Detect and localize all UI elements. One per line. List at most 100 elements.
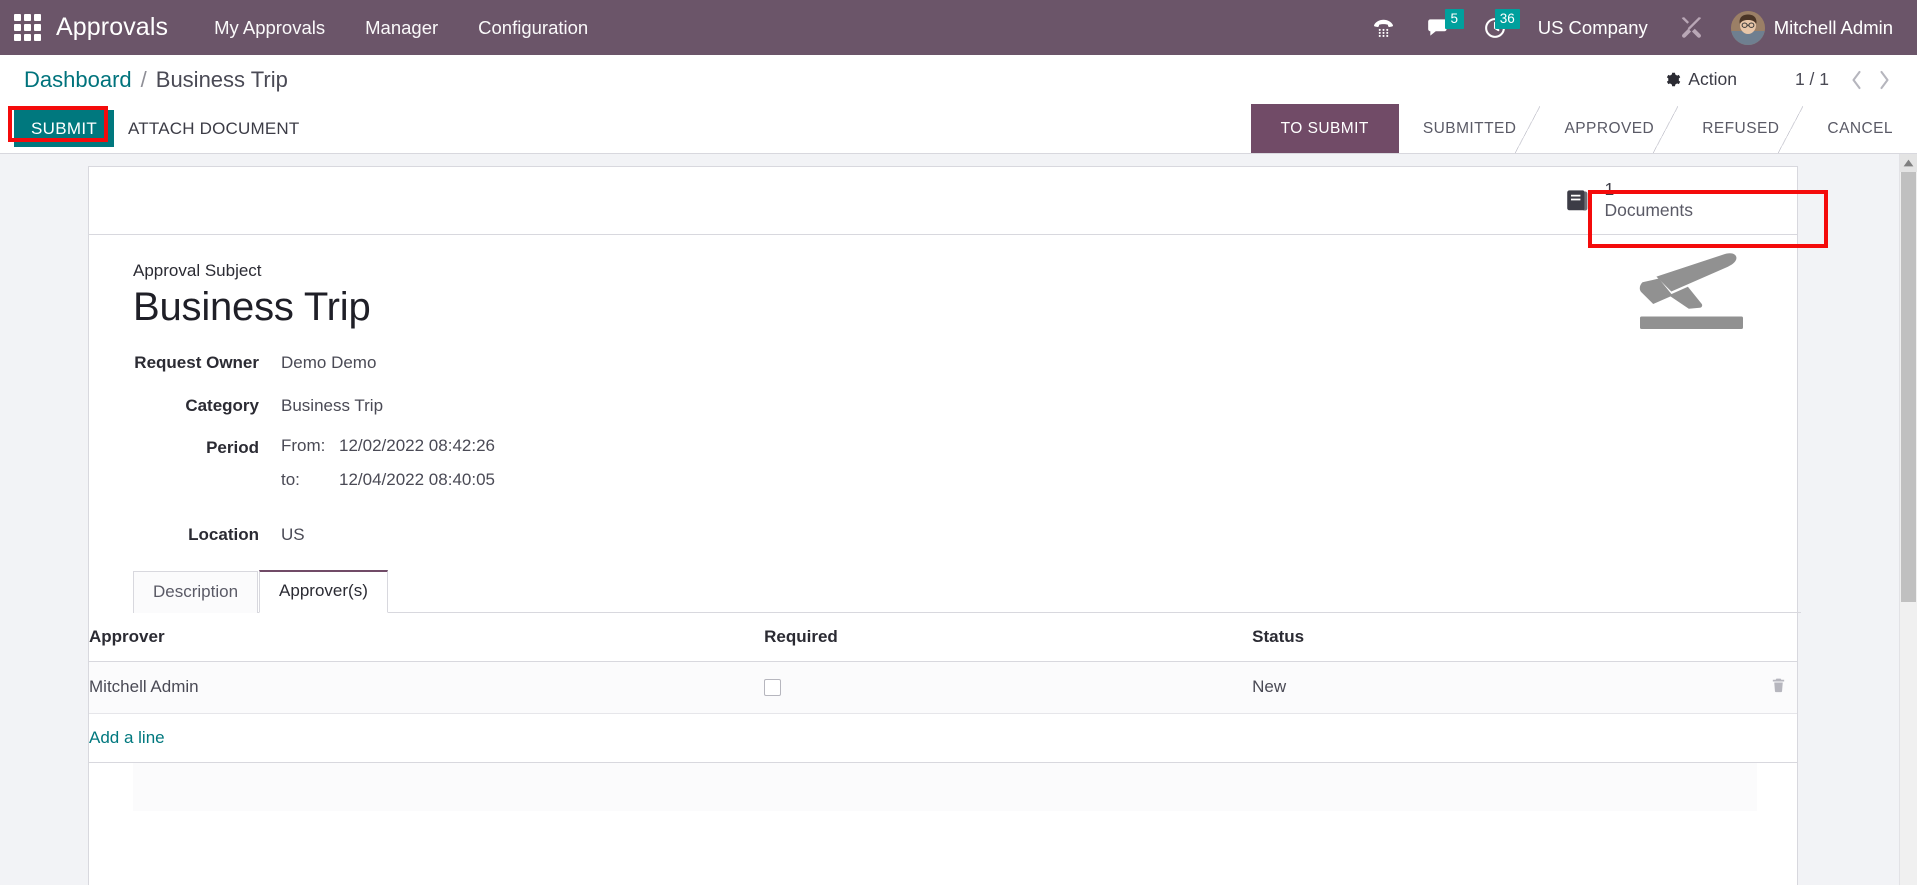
action-menu-button[interactable]: Action	[1652, 63, 1749, 96]
phone-dialpad-icon[interactable]	[1357, 8, 1410, 48]
menu-item-manager[interactable]: Manager	[345, 9, 458, 47]
field-request-owner-value[interactable]: Demo Demo	[281, 351, 376, 374]
period-from-prefix: From:	[281, 435, 326, 455]
breadcrumb-separator: /	[140, 66, 147, 92]
breadcrumb-dashboard[interactable]: Dashboard	[24, 67, 132, 93]
field-category-label: Category	[185, 395, 259, 415]
activities-badge: 36	[1494, 8, 1520, 29]
approvers-table-head: Approver Required Status	[89, 612, 1797, 662]
top-navbar: Approvals My Approvals Manager Configura…	[0, 0, 1917, 55]
avatar	[1730, 10, 1765, 45]
status-step-refused[interactable]: REFUSED	[1678, 104, 1805, 153]
form-scroll-area: 1 Documents Approval Subject Business Tr…	[0, 154, 1899, 885]
smart-button-box: 1 Documents	[89, 167, 1797, 235]
navbar-menu: My Approvals Manager Configuration	[194, 9, 608, 47]
approvers-table: Approver Required Status Mitchell Admin	[89, 612, 1797, 763]
period-from-row: From: 12/02/2022 08:42:26	[281, 436, 495, 456]
page-body: 1 Documents Approval Subject Business Tr…	[0, 154, 1917, 885]
submit-button[interactable]: SUBMIT	[14, 109, 115, 148]
fields-grid: Request Owner Demo Demo Category Busines…	[133, 351, 1757, 545]
messages-button[interactable]: 5	[1412, 8, 1466, 48]
approvers-header-row: Approver Required Status	[89, 612, 1797, 662]
control-panel-buttons: SUBMIT ATTACH DOCUMENT TO SUBMIT SUBMITT…	[0, 104, 1917, 153]
status-step-cancel[interactable]: CANCEL	[1803, 104, 1917, 153]
activities-button[interactable]: 36	[1468, 8, 1522, 48]
menu-item-my-approvals[interactable]: My Approvals	[194, 9, 345, 47]
notebook: Description Approver(s) Approver Require…	[89, 569, 1801, 811]
company-switcher[interactable]: US Company	[1524, 11, 1662, 45]
attach-document-button[interactable]: ATTACH DOCUMENT	[114, 110, 313, 148]
field-location-label: Location	[188, 524, 259, 544]
breadcrumb-current: Business Trip	[155, 66, 288, 92]
pager: 1 / 1	[1795, 65, 1897, 95]
notebook-tabs: Description Approver(s)	[133, 569, 1801, 613]
table-row[interactable]: Mitchell Admin New	[89, 661, 1797, 714]
pager-previous-button[interactable]	[1843, 65, 1869, 95]
triangle-up-icon	[1903, 159, 1914, 167]
add-a-line-link[interactable]: Add a line	[89, 728, 165, 747]
user-menu[interactable]: Mitchell Admin	[1721, 7, 1899, 49]
field-category-value[interactable]: Business Trip	[281, 394, 383, 417]
pager-next-button[interactable]	[1871, 65, 1897, 95]
chevron-right-icon	[1879, 70, 1889, 89]
cell-required[interactable]	[764, 661, 1253, 714]
vertical-scrollbar[interactable]	[1899, 154, 1917, 885]
documents-count: 1	[1604, 179, 1615, 199]
field-request-owner: Request Owner Demo Demo	[133, 351, 1757, 374]
cell-approver[interactable]: Mitchell Admin	[89, 661, 765, 714]
add-line-row[interactable]: Add a line	[89, 713, 1797, 763]
required-checkbox[interactable]	[764, 679, 782, 697]
scrollbar-up-button[interactable]	[1900, 154, 1917, 172]
breadcrumb: Dashboard / Business Trip	[24, 67, 288, 93]
period-to-prefix: to:	[281, 469, 300, 489]
navbar-left: Approvals My Approvals Manager Configura…	[10, 9, 608, 47]
period-from-value[interactable]: 12/02/2022 08:42:26	[339, 436, 495, 456]
form-content: Approval Subject Business Trip Request O…	[89, 235, 1801, 811]
field-period-values: From: 12/02/2022 08:42:26 to: 12/04/2022…	[281, 436, 495, 504]
column-header-required[interactable]: Required	[764, 612, 1253, 662]
chevron-left-icon	[1851, 70, 1861, 89]
scrollbar-thumb[interactable]	[1901, 172, 1916, 602]
book-documents-icon	[1563, 186, 1592, 215]
status-step-to-submit[interactable]: TO SUBMIT	[1250, 104, 1422, 153]
add-line-cell[interactable]: Add a line	[89, 713, 1797, 763]
field-period-label: Period	[206, 437, 259, 457]
documents-smart-button-text: 1 Documents	[1604, 179, 1693, 222]
action-menu-label: Action	[1688, 69, 1737, 89]
period-to-row: to: 12/04/2022 08:40:05	[281, 470, 495, 490]
messages-badge: 5	[1444, 8, 1464, 29]
tools-wrench-icon[interactable]	[1664, 8, 1719, 48]
approval-subject-value[interactable]: Business Trip	[133, 283, 1757, 332]
cell-delete[interactable]	[1725, 661, 1797, 714]
approval-subject-label: Approval Subject	[133, 260, 262, 280]
app-name-approvals[interactable]: Approvals	[52, 13, 178, 42]
status-step-approved[interactable]: APPROVED	[1540, 104, 1679, 153]
approvers-table-body: Mitchell Admin New Add a line	[89, 661, 1797, 763]
tab-approvers[interactable]: Approver(s)	[259, 569, 388, 613]
field-location: Location US	[133, 523, 1757, 546]
documents-label: Documents	[1604, 200, 1693, 221]
column-header-actions	[1725, 612, 1797, 662]
list-tail-space	[133, 762, 1757, 811]
field-location-value[interactable]: US	[281, 523, 305, 546]
trash-icon[interactable]	[1770, 676, 1787, 694]
tab-description[interactable]: Description	[133, 570, 259, 613]
control-panel-top: Dashboard / Business Trip Action 1 / 1	[0, 55, 1917, 104]
column-header-status[interactable]: Status	[1252, 612, 1726, 662]
field-period: Period From: 12/02/2022 08:42:26 to: 12/…	[133, 436, 1757, 504]
field-category: Category Business Trip	[133, 394, 1757, 417]
user-name: Mitchell Admin	[1773, 16, 1893, 38]
control-panel: Dashboard / Business Trip Action 1 / 1 S…	[0, 55, 1917, 154]
gear-icon	[1667, 72, 1681, 87]
period-to-value[interactable]: 12/04/2022 08:40:05	[339, 470, 495, 490]
status-step-submitted[interactable]: SUBMITTED	[1398, 104, 1542, 153]
record-title-area: Approval Subject Business Trip	[133, 261, 1757, 332]
control-panel-top-right: Action 1 / 1	[1652, 63, 1897, 96]
apps-grid-icon[interactable]	[10, 11, 44, 45]
menu-item-configuration[interactable]: Configuration	[458, 9, 608, 47]
column-header-approver[interactable]: Approver	[89, 612, 765, 662]
cell-status: New	[1252, 661, 1726, 714]
documents-smart-button[interactable]: 1 Documents	[1543, 167, 1719, 234]
statusbar: TO SUBMIT SUBMITTED APPROVED REFUSED CAN…	[1250, 104, 1917, 153]
pager-count: 1 / 1	[1794, 69, 1829, 89]
